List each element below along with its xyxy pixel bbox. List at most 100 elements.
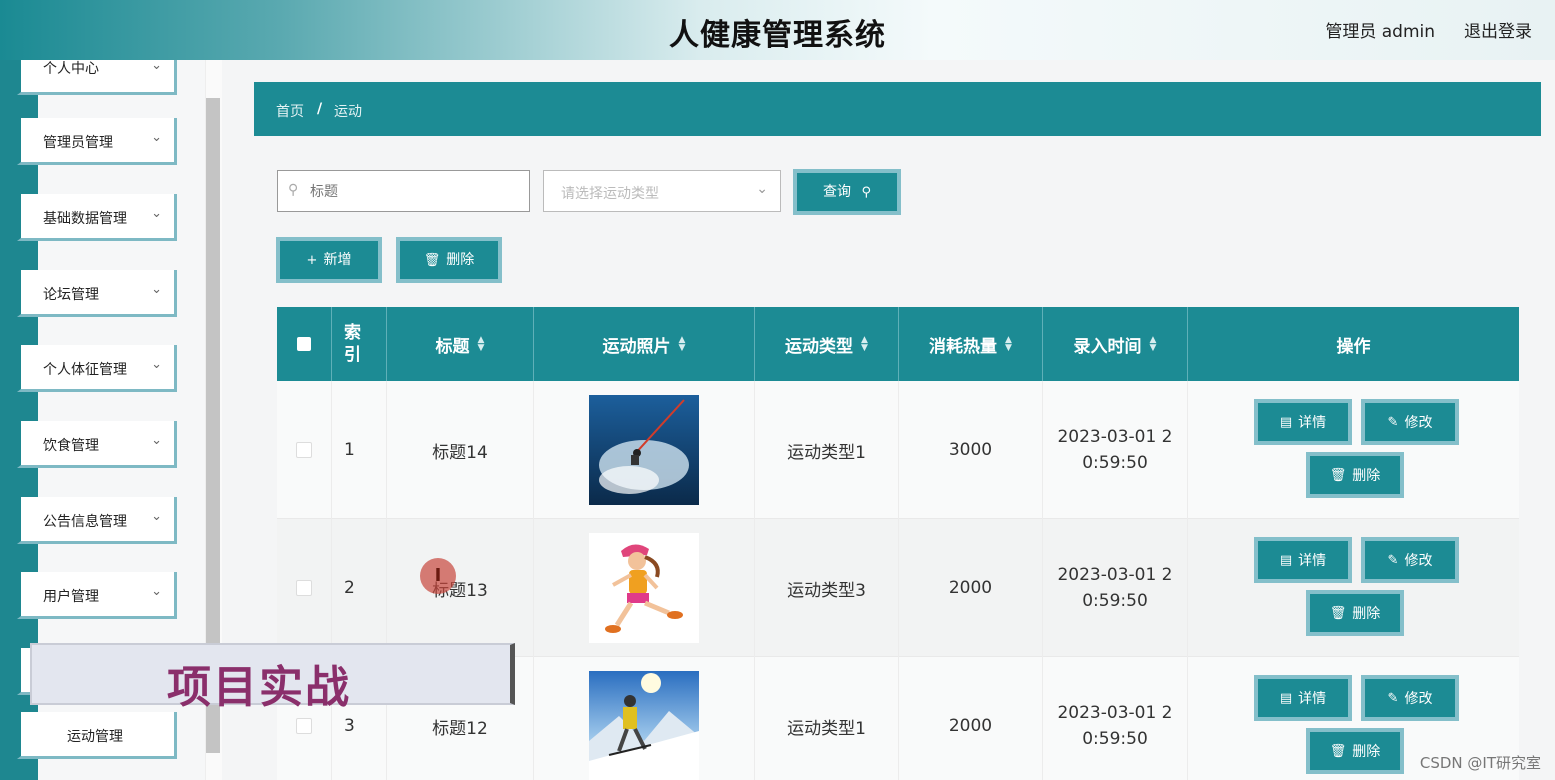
row-checkbox[interactable] bbox=[296, 580, 312, 596]
header-time-label: 录入时间 bbox=[1073, 336, 1142, 357]
table-header: 索引 标题 ▲ ▼ 运动照片 ▲ ▼ 运动类型 ▲ ▼ 消耗热量 ▲ ▼ 录入时间 ▲ ▼… bbox=[277, 307, 1519, 381]
exercise-table: 索引 标题 ▲ ▼ 运动照片 ▲ ▼ 运动类型 ▲ ▼ 消耗热量 ▲ ▼ 录入时间 ▲ ▼… bbox=[277, 307, 1519, 780]
logout-link[interactable]: 退出登录 bbox=[1464, 17, 1532, 42]
top-header: 人健康管理系统 管理员 admin 退出登录 bbox=[0, 0, 1555, 60]
sidebar-item-label: 运动管理 bbox=[67, 729, 123, 745]
sort-icon[interactable]: ▲ ▼ bbox=[679, 336, 686, 353]
title-search-input[interactable] bbox=[308, 180, 522, 204]
select-all-checkbox[interactable] bbox=[297, 337, 311, 351]
sidebar-item-exercise[interactable]: 运动管理 bbox=[17, 712, 177, 759]
row-checkbox[interactable] bbox=[296, 718, 312, 734]
delete-button-label: 删除 bbox=[1352, 468, 1381, 484]
sidebar-item-forum[interactable]: 论坛管理 ⌄ bbox=[17, 270, 177, 317]
runner-photo[interactable] bbox=[589, 533, 699, 643]
detail-button[interactable]: ▤ 详情 bbox=[1258, 541, 1348, 579]
detail-button[interactable]: ▤ 详情 bbox=[1258, 679, 1348, 717]
sort-icon[interactable]: ▲ ▼ bbox=[861, 336, 868, 353]
search-icon: ⚲ bbox=[861, 185, 871, 200]
edit-button-label: 修改 bbox=[1404, 415, 1433, 431]
header-index-label: 索引 bbox=[344, 323, 361, 365]
row-select-cell bbox=[277, 519, 332, 657]
breadcrumb: 首页 / 运动 bbox=[254, 82, 1541, 136]
sidebar-item-label: 个人中心 bbox=[43, 61, 99, 77]
watermark: CSDN @IT研究室 bbox=[1419, 754, 1541, 772]
trash-icon: 🗑 bbox=[423, 253, 441, 268]
delete-button-label: 删除 bbox=[1352, 606, 1381, 622]
breadcrumb-separator: / bbox=[317, 101, 323, 117]
overlay-banner-text: 项目实战 bbox=[167, 662, 351, 713]
exercise-type-placeholder: 请选择运动类型 bbox=[561, 186, 659, 202]
detail-button-label: 详情 bbox=[1298, 553, 1327, 569]
row-photo-cell bbox=[534, 657, 755, 780]
table-row: 2 标题13 运动类型3 2000 2023-03-01 20:59:50 ▤ 详… bbox=[277, 519, 1519, 657]
sort-icon[interactable]: ▲ ▼ bbox=[1005, 336, 1012, 353]
sidebar-item-label: 个人体征管理 bbox=[43, 362, 127, 378]
row-time-cell: 2023-03-01 20:59:50 bbox=[1043, 657, 1188, 780]
header-select-all[interactable] bbox=[277, 307, 332, 381]
chevron-down-icon: ⌄ bbox=[151, 206, 162, 221]
header-calories[interactable]: 消耗热量 ▲ ▼ bbox=[899, 307, 1043, 381]
plus-icon: + bbox=[306, 253, 318, 268]
breadcrumb-home[interactable]: 首页 bbox=[276, 101, 304, 121]
chevron-down-icon: ⌄ bbox=[151, 357, 162, 372]
edit-button[interactable]: ✎ 修改 bbox=[1365, 679, 1455, 717]
sidebar-item-body-signs[interactable]: 个人体征管理 ⌄ bbox=[17, 345, 177, 392]
header-title-label: 标题 bbox=[435, 336, 470, 357]
header-index: 索引 bbox=[332, 307, 387, 381]
row-time: 2023-03-01 20:59:50 bbox=[1057, 565, 1173, 611]
query-button[interactable]: 查询 ⚲ bbox=[797, 173, 897, 211]
video-overlay-banner: 项目实战 bbox=[30, 643, 515, 713]
chevron-down-icon: ⌄ bbox=[151, 509, 162, 524]
row-time: 2023-03-01 20:59:50 bbox=[1057, 427, 1173, 473]
sort-icon[interactable]: ▲ ▼ bbox=[1150, 336, 1157, 353]
sidebar-item-label: 管理员管理 bbox=[43, 135, 113, 151]
sidebar-item-base-data[interactable]: 基础数据管理 ⌄ bbox=[17, 194, 177, 241]
header-title[interactable]: 标题 ▲ ▼ bbox=[387, 307, 534, 381]
add-button[interactable]: + 新增 bbox=[280, 241, 378, 279]
row-index: 2 bbox=[332, 519, 387, 657]
header-type-label: 运动类型 bbox=[785, 336, 854, 357]
delete-button[interactable]: 🗑 删除 bbox=[1310, 594, 1400, 632]
header-time[interactable]: 录入时间 ▲ ▼ bbox=[1043, 307, 1188, 381]
trash-icon: 🗑 bbox=[1329, 467, 1347, 483]
delete-button[interactable]: 🗑 删除 bbox=[1310, 732, 1400, 770]
current-user-label: 管理员 admin bbox=[1325, 22, 1435, 42]
title-search-field[interactable]: ⚲ bbox=[277, 170, 530, 212]
row-photo-cell bbox=[534, 519, 755, 657]
edit-button[interactable]: ✎ 修改 bbox=[1365, 403, 1455, 441]
edit-button[interactable]: ✎ 修改 bbox=[1365, 541, 1455, 579]
chevron-down-icon: ⌄ bbox=[151, 282, 162, 297]
header-actions-label: 操作 bbox=[1336, 336, 1371, 357]
row-calories: 3000 bbox=[899, 381, 1043, 519]
delete-button-label: 删除 bbox=[1352, 744, 1381, 760]
sidebar-item-label: 论坛管理 bbox=[43, 287, 99, 303]
sidebar-item-label: 用户管理 bbox=[43, 589, 99, 605]
sort-icon[interactable]: ▲ ▼ bbox=[478, 336, 485, 353]
row-title: 标题14 bbox=[387, 381, 534, 519]
row-calories: 2000 bbox=[899, 519, 1043, 657]
chevron-down-icon: ⌄ bbox=[151, 584, 162, 599]
batch-delete-label: 删除 bbox=[446, 252, 475, 268]
exercise-type-select[interactable]: 请选择运动类型 ⌄ bbox=[543, 170, 781, 212]
search-icon: ⚲ bbox=[288, 182, 299, 198]
chevron-down-icon: ⌄ bbox=[756, 181, 768, 197]
detail-button-label: 详情 bbox=[1298, 415, 1327, 431]
detail-button[interactable]: ▤ 详情 bbox=[1258, 403, 1348, 441]
header-type[interactable]: 运动类型 ▲ ▼ bbox=[755, 307, 899, 381]
delete-button[interactable]: 🗑 删除 bbox=[1310, 456, 1400, 494]
sidebar-item-admin[interactable]: 管理员管理 ⌄ bbox=[17, 118, 177, 165]
skiing-photo[interactable] bbox=[589, 671, 699, 780]
sidebar-item-announcements[interactable]: 公告信息管理 ⌄ bbox=[17, 497, 177, 544]
batch-delete-button[interactable]: 🗑 删除 bbox=[400, 241, 498, 279]
pencil-icon: ✎ bbox=[1387, 690, 1399, 706]
sidebar-item-personal-center[interactable]: 个人中心 ⌄ bbox=[17, 60, 177, 95]
sidebar-item-users[interactable]: 用户管理 ⌄ bbox=[17, 572, 177, 619]
document-icon: ▤ bbox=[1279, 690, 1293, 706]
sidebar-item-diet[interactable]: 饮食管理 ⌄ bbox=[17, 421, 177, 468]
sidebar-item-label: 饮食管理 bbox=[43, 438, 99, 454]
surfing-photo[interactable] bbox=[589, 395, 699, 505]
row-checkbox[interactable] bbox=[296, 442, 312, 458]
header-photo[interactable]: 运动照片 ▲ ▼ bbox=[534, 307, 755, 381]
row-type: 运动类型1 bbox=[755, 381, 899, 519]
trash-icon: 🗑 bbox=[1329, 743, 1347, 759]
